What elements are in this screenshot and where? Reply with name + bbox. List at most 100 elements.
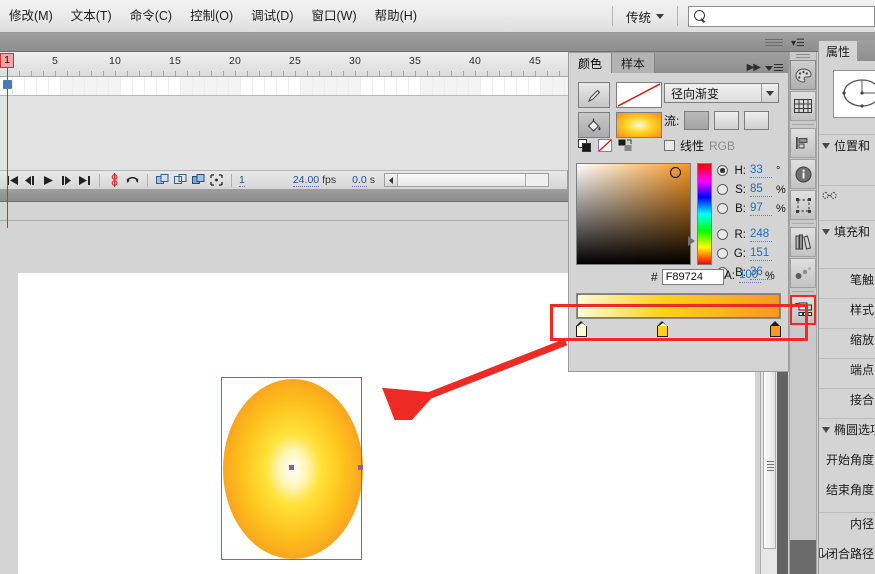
timeline-horizontal-scrollbar[interactable] — [384, 173, 549, 187]
menu-item-commands[interactable]: 命令(C) — [121, 5, 181, 27]
info-icon[interactable] — [790, 159, 816, 189]
timeline-frame-cell[interactable] — [277, 77, 289, 95]
timeline-frame-cell[interactable] — [313, 77, 325, 95]
timeline-frame-cell[interactable] — [337, 77, 349, 95]
collapse-panel-icon[interactable]: ▶▶ — [747, 62, 761, 73]
menu-item-modify[interactable]: 修改(M) — [0, 5, 62, 27]
gradient-definition-bar[interactable] — [576, 293, 781, 319]
timeline-frame-cell[interactable] — [385, 77, 397, 95]
play-icon[interactable] — [41, 172, 56, 188]
timeline-frame-cell[interactable] — [265, 77, 277, 95]
timeline-frame-cell[interactable] — [169, 77, 181, 95]
fill-type-dropdown[interactable]: 径向渐变 — [664, 83, 779, 103]
timeline-frame-cell[interactable] — [541, 77, 553, 95]
tab-swatches[interactable]: 样本 — [612, 53, 656, 73]
green-value[interactable]: 151 — [750, 247, 772, 261]
timeline-frame-cell[interactable] — [37, 77, 49, 95]
timeline-frame-cell[interactable] — [373, 77, 385, 95]
playhead-marker[interactable]: 1 — [0, 53, 14, 68]
gradient-stop-1[interactable] — [576, 321, 587, 337]
fill-color-button[interactable] — [578, 112, 610, 138]
timeline-frame-cell[interactable] — [301, 77, 313, 95]
timeline-frame-cell[interactable] — [109, 77, 121, 95]
timeline-layers-body[interactable] — [0, 96, 568, 170]
timeline-frame-cell[interactable] — [25, 77, 37, 95]
timeline-frame-cell[interactable] — [493, 77, 505, 95]
timeline-frame-cell[interactable] — [253, 77, 265, 95]
align-icon[interactable] — [790, 128, 816, 158]
timeline-frame-cell[interactable] — [469, 77, 481, 95]
section-position-size[interactable]: 位置和 — [819, 134, 875, 156]
timeline-frames-row[interactable] — [0, 77, 568, 96]
gradient-stop-swatch[interactable] — [576, 326, 587, 337]
row-end-angle[interactable]: 结束角度 — [819, 478, 875, 500]
brightness-radio[interactable] — [717, 203, 728, 214]
flow-extend-button[interactable] — [684, 111, 710, 130]
loop-playback-icon[interactable] — [125, 172, 140, 188]
dock-grip-icon[interactable] — [790, 52, 816, 59]
black-and-white-icon[interactable] — [578, 139, 592, 152]
timeline-frame-cell[interactable] — [133, 77, 145, 95]
search-input[interactable] — [688, 5, 875, 27]
center-frame-icon[interactable] — [107, 172, 122, 188]
fill-color-swatch[interactable] — [616, 112, 662, 138]
row-scale[interactable]: 缩放 — [819, 328, 875, 350]
swatches-icon[interactable] — [790, 91, 816, 121]
timeline-frame-cell[interactable] — [145, 77, 157, 95]
menu-item-control[interactable]: 控制(O) — [181, 5, 242, 27]
keyframe-marker[interactable] — [3, 80, 12, 89]
scrollbar-thumb[interactable] — [398, 174, 526, 186]
hue-slider-marker-icon[interactable] — [688, 236, 695, 246]
stroke-color-button[interactable] — [578, 82, 610, 108]
timeline-frame-cell[interactable] — [505, 77, 517, 95]
timeline-frame-cell[interactable] — [517, 77, 529, 95]
timeline-frame-cell[interactable] — [85, 77, 97, 95]
flow-reflect-button[interactable] — [714, 111, 740, 130]
step-forward-one-frame-icon[interactable] — [59, 172, 74, 188]
timeline-frame-cell[interactable] — [361, 77, 373, 95]
row-stroke-style[interactable]: 样式 — [819, 298, 875, 320]
components-icon[interactable] — [790, 295, 816, 325]
brightness-row[interactable]: B: 97 % — [717, 199, 786, 218]
red-row[interactable]: R: 248 — [717, 225, 786, 244]
no-color-button-icon[interactable] — [598, 139, 612, 152]
frame-rate-value[interactable]: 24.00 — [292, 174, 320, 187]
alpha-value[interactable]: 100 — [739, 269, 761, 283]
panel-menu-icon[interactable]: ▾☰ — [791, 38, 805, 49]
gradient-stops-area[interactable] — [576, 321, 781, 341]
red-value[interactable]: 248 — [750, 228, 772, 242]
timeline-frame-cell[interactable] — [121, 77, 133, 95]
section-ellipse-options[interactable]: 椭圆选项 — [819, 418, 875, 440]
row-stroke-width[interactable]: 笔触 — [819, 268, 875, 290]
go-to-last-frame-icon[interactable] — [77, 172, 92, 188]
saturation-row[interactable]: S: 85 % — [717, 180, 786, 199]
timeline-frame-cell[interactable] — [457, 77, 469, 95]
timeline-frame-cell[interactable] — [421, 77, 433, 95]
timeline-frame-cell[interactable] — [49, 77, 61, 95]
hue-slider[interactable] — [697, 163, 712, 265]
row-cap[interactable]: 端点 — [819, 358, 875, 380]
row-close-path[interactable]: 闭合路径 — [819, 542, 875, 564]
menu-item-help[interactable]: 帮助(H) — [366, 5, 426, 27]
hue-radio[interactable] — [717, 165, 728, 176]
alpha-row[interactable]: A: 100 % — [721, 269, 775, 283]
color-picker-cursor-icon[interactable] — [670, 167, 681, 178]
row-lock-aspect[interactable] — [819, 185, 875, 207]
gradient-stop-2[interactable] — [657, 321, 669, 337]
timeline-frame-cell[interactable] — [241, 77, 253, 95]
timeline-frame-cell[interactable] — [193, 77, 205, 95]
onion-skin-icon[interactable] — [155, 172, 170, 188]
timeline-frame-cell[interactable] — [181, 77, 193, 95]
flow-repeat-button[interactable] — [744, 111, 770, 130]
edit-multiple-frames-icon[interactable] — [191, 172, 206, 188]
menu-item-debug[interactable]: 调试(D) — [242, 5, 302, 27]
disclosure-triangle-icon-2[interactable] — [822, 228, 830, 235]
hue-value[interactable]: 33 — [750, 164, 772, 178]
selected-ellipse-shape[interactable] — [221, 377, 363, 560]
section-fill-stroke[interactable]: 填充和 — [819, 220, 875, 242]
close-path-checkbox[interactable] — [819, 548, 823, 558]
green-radio[interactable] — [717, 248, 728, 259]
linear-rgb-checkbox[interactable] — [664, 140, 675, 151]
scroll-left-arrow-icon[interactable] — [385, 174, 398, 186]
link-chain-icon[interactable] — [822, 190, 837, 204]
